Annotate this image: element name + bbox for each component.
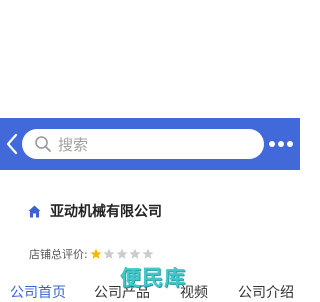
home-icon — [28, 205, 41, 217]
more-dots-icon[interactable] — [268, 137, 294, 151]
chevron-left-icon[interactable] — [4, 132, 20, 156]
shop-title-row: 亚动机械有限公司 — [28, 200, 162, 222]
rating-stars — [90, 248, 155, 260]
top-header-bar: 搜索 — [0, 118, 300, 170]
star-empty-icon — [103, 248, 115, 259]
star-filled-icon — [90, 248, 102, 259]
search-placeholder: 搜索 — [58, 135, 89, 154]
search-input[interactable]: 搜索 — [22, 129, 264, 159]
shop-rating-row: 店铺总评价: — [29, 245, 155, 263]
star-empty-icon — [129, 248, 141, 259]
shop-name: 亚动机械有限公司 — [50, 204, 162, 220]
star-empty-icon — [142, 248, 154, 259]
rating-label: 店铺总评价: — [29, 248, 88, 261]
star-empty-icon — [116, 248, 128, 259]
search-icon — [35, 136, 51, 152]
tab-company-intro[interactable]: 公司介绍 — [238, 282, 294, 302]
tab-company-home[interactable]: 公司首页 — [10, 282, 66, 302]
watermark-logo: 便民库 — [120, 266, 186, 290]
